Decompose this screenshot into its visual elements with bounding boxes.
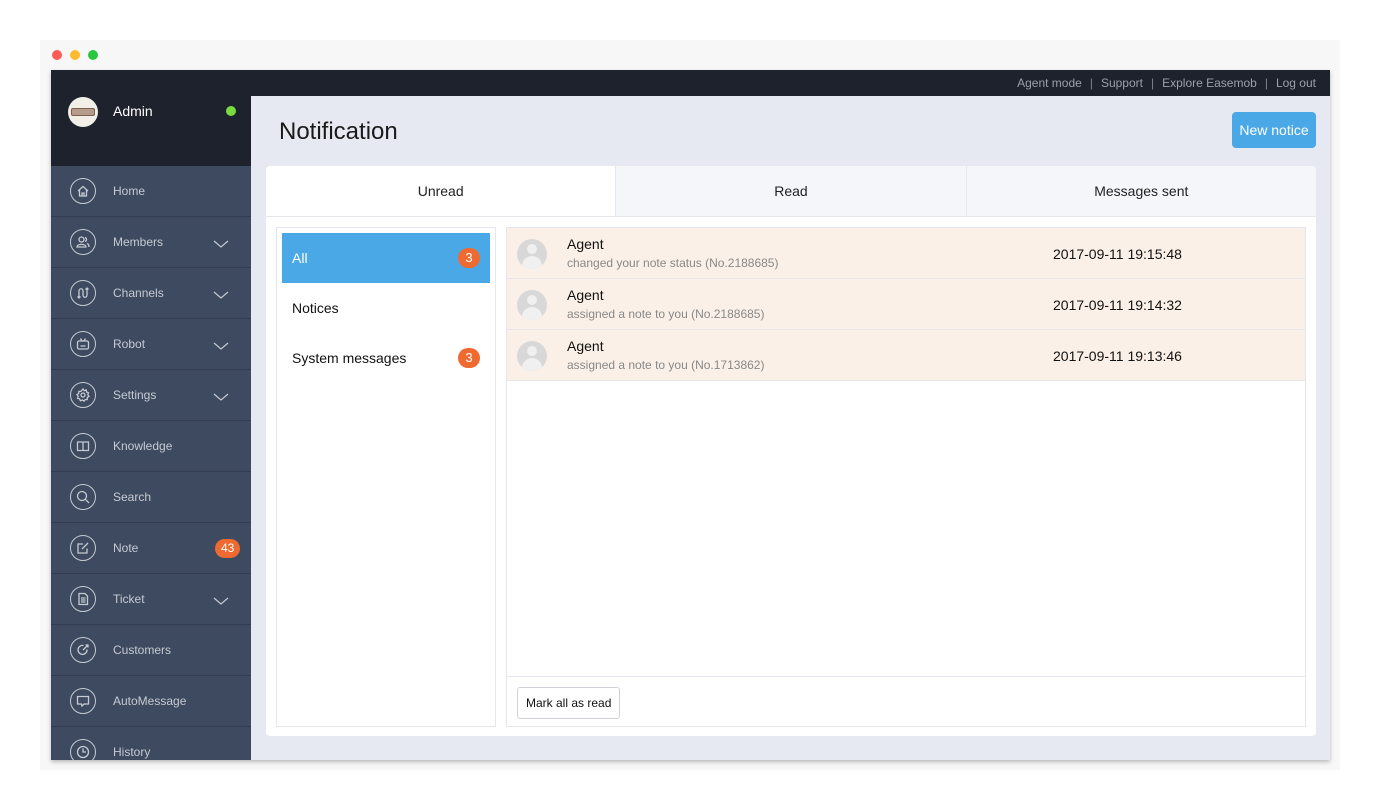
separator: | bbox=[1264, 76, 1268, 90]
sidebar-item-channels[interactable]: Channels bbox=[51, 268, 251, 319]
message-sender: Agent bbox=[567, 338, 604, 354]
online-status-indicator bbox=[226, 106, 236, 116]
message-icon bbox=[70, 688, 96, 714]
message-list: Agent changed your note status (No.21886… bbox=[506, 227, 1306, 727]
main-content: Notification New notice Unread Read Mess… bbox=[251, 96, 1330, 760]
profile-name: Admin bbox=[113, 103, 153, 119]
sidebar-item-search[interactable]: Search bbox=[51, 472, 251, 523]
tab-read[interactable]: Read bbox=[615, 166, 966, 216]
list-item[interactable]: Agent assigned a note to you (No.2188685… bbox=[507, 279, 1305, 330]
user-avatar-icon bbox=[517, 341, 547, 371]
message-description: changed your note status (No.2188685) bbox=[567, 256, 779, 270]
members-icon bbox=[70, 229, 96, 255]
sidebar-item-label: Note bbox=[113, 541, 139, 555]
message-description: assigned a note to you (No.1713862) bbox=[567, 358, 765, 372]
welcome-banner-icon bbox=[71, 108, 95, 116]
list-item[interactable]: Agent changed your note status (No.21886… bbox=[507, 228, 1305, 279]
gear-icon bbox=[70, 382, 96, 408]
top-links: Agent mode | Support | Explore Easemob |… bbox=[1017, 76, 1316, 90]
category-all[interactable]: All 3 bbox=[282, 233, 490, 283]
message-timestamp: 2017-09-11 19:13:46 bbox=[1053, 348, 1182, 364]
robot-icon bbox=[70, 331, 96, 357]
sidebar-item-label: Customers bbox=[113, 643, 172, 657]
category-label: System messages bbox=[292, 350, 407, 366]
customers-icon bbox=[70, 637, 96, 663]
sidebar-item-customers[interactable]: Customers bbox=[51, 625, 251, 676]
unread-count-badge: 3 bbox=[458, 248, 480, 268]
log-out-link[interactable]: Log out bbox=[1276, 76, 1316, 90]
sidebar-item-members[interactable]: Members bbox=[51, 217, 251, 268]
sidebar-item-home[interactable]: Home bbox=[51, 166, 251, 217]
message-sender: Agent bbox=[567, 287, 604, 303]
app-frame: Agent mode | Support | Explore Easemob |… bbox=[51, 70, 1330, 760]
sidebar-item-ticket[interactable]: Ticket bbox=[51, 574, 251, 625]
user-avatar-icon bbox=[517, 290, 547, 320]
chevron-down-icon[interactable] bbox=[213, 236, 229, 248]
document-icon bbox=[70, 586, 96, 612]
mark-all-read-button[interactable]: Mark all as read bbox=[517, 687, 621, 719]
note-icon bbox=[70, 535, 96, 561]
tab-unread[interactable]: Unread bbox=[266, 166, 616, 216]
separator: | bbox=[1150, 76, 1155, 90]
maximize-window-button[interactable] bbox=[88, 50, 98, 60]
category-label: All bbox=[292, 250, 308, 266]
sidebar-item-automessage[interactable]: AutoMessage bbox=[51, 676, 251, 727]
category-notices[interactable]: Notices bbox=[282, 283, 490, 333]
message-timestamp: 2017-09-11 19:15:48 bbox=[1053, 246, 1182, 262]
new-notice-button[interactable]: New notice bbox=[1232, 112, 1316, 148]
channels-icon bbox=[70, 280, 96, 306]
message-timestamp: 2017-09-11 19:14:32 bbox=[1053, 297, 1182, 313]
notification-card: Unread Read Messages sent All 3 Notices … bbox=[266, 166, 1316, 736]
explore-easemob-link[interactable]: Explore Easemob bbox=[1162, 76, 1257, 90]
user-avatar-icon bbox=[517, 239, 547, 269]
search-icon bbox=[70, 484, 96, 510]
tab-messages-sent[interactable]: Messages sent bbox=[965, 166, 1316, 216]
category-system-messages[interactable]: System messages 3 bbox=[282, 333, 490, 383]
sidebar-nav: Home Members Channels Robot Settings Kno… bbox=[51, 166, 251, 760]
sidebar-item-note[interactable]: Note 43 bbox=[51, 523, 251, 574]
sidebar-item-settings[interactable]: Settings bbox=[51, 370, 251, 421]
sidebar-item-label: Members bbox=[113, 235, 164, 249]
list-item[interactable]: Agent assigned a note to you (No.1713862… bbox=[507, 330, 1305, 381]
chevron-down-icon[interactable] bbox=[213, 389, 229, 401]
sidebar-item-label: Ticket bbox=[113, 592, 145, 606]
sidebar-item-label: Home bbox=[113, 184, 146, 198]
close-window-button[interactable] bbox=[52, 50, 62, 60]
app-window: Agent mode | Support | Explore Easemob |… bbox=[40, 40, 1340, 770]
separator: | bbox=[1089, 76, 1093, 90]
sidebar-item-label: AutoMessage bbox=[113, 694, 187, 708]
sidebar: Admin Home Members Channels Robot Settin… bbox=[51, 70, 251, 760]
notification-tabs: Unread Read Messages sent bbox=[266, 166, 1316, 217]
page-title: Notification bbox=[279, 118, 398, 145]
profile-header: Admin bbox=[51, 70, 251, 166]
avatar[interactable] bbox=[68, 97, 98, 127]
message-list-footer: Mark all as read bbox=[507, 676, 1305, 726]
support-link[interactable]: Support bbox=[1101, 76, 1143, 90]
sidebar-item-label: History bbox=[113, 745, 151, 759]
book-icon bbox=[70, 433, 96, 459]
sidebar-item-label: Robot bbox=[113, 337, 146, 351]
minimize-window-button[interactable] bbox=[70, 50, 80, 60]
sidebar-item-label: Knowledge bbox=[113, 439, 173, 453]
window-titlebar bbox=[40, 40, 1340, 70]
sidebar-item-history[interactable]: History bbox=[51, 727, 251, 760]
agent-mode-link[interactable]: Agent mode bbox=[1017, 76, 1082, 90]
sidebar-item-label: Settings bbox=[113, 388, 157, 402]
chevron-down-icon[interactable] bbox=[213, 287, 229, 299]
unread-count-badge: 3 bbox=[458, 348, 480, 368]
category-list: All 3 Notices System messages 3 bbox=[276, 227, 496, 727]
note-count-badge: 43 bbox=[215, 539, 241, 558]
sidebar-item-label: Channels bbox=[113, 286, 164, 300]
home-icon bbox=[70, 178, 96, 204]
clock-icon bbox=[70, 739, 96, 760]
category-label: Notices bbox=[292, 300, 339, 316]
sidebar-item-knowledge[interactable]: Knowledge bbox=[51, 421, 251, 472]
sidebar-item-label: Search bbox=[113, 490, 152, 504]
chevron-down-icon[interactable] bbox=[213, 338, 229, 350]
sidebar-item-robot[interactable]: Robot bbox=[51, 319, 251, 370]
chevron-down-icon[interactable] bbox=[213, 593, 229, 605]
message-description: assigned a note to you (No.2188685) bbox=[567, 307, 765, 321]
message-sender: Agent bbox=[567, 236, 604, 252]
